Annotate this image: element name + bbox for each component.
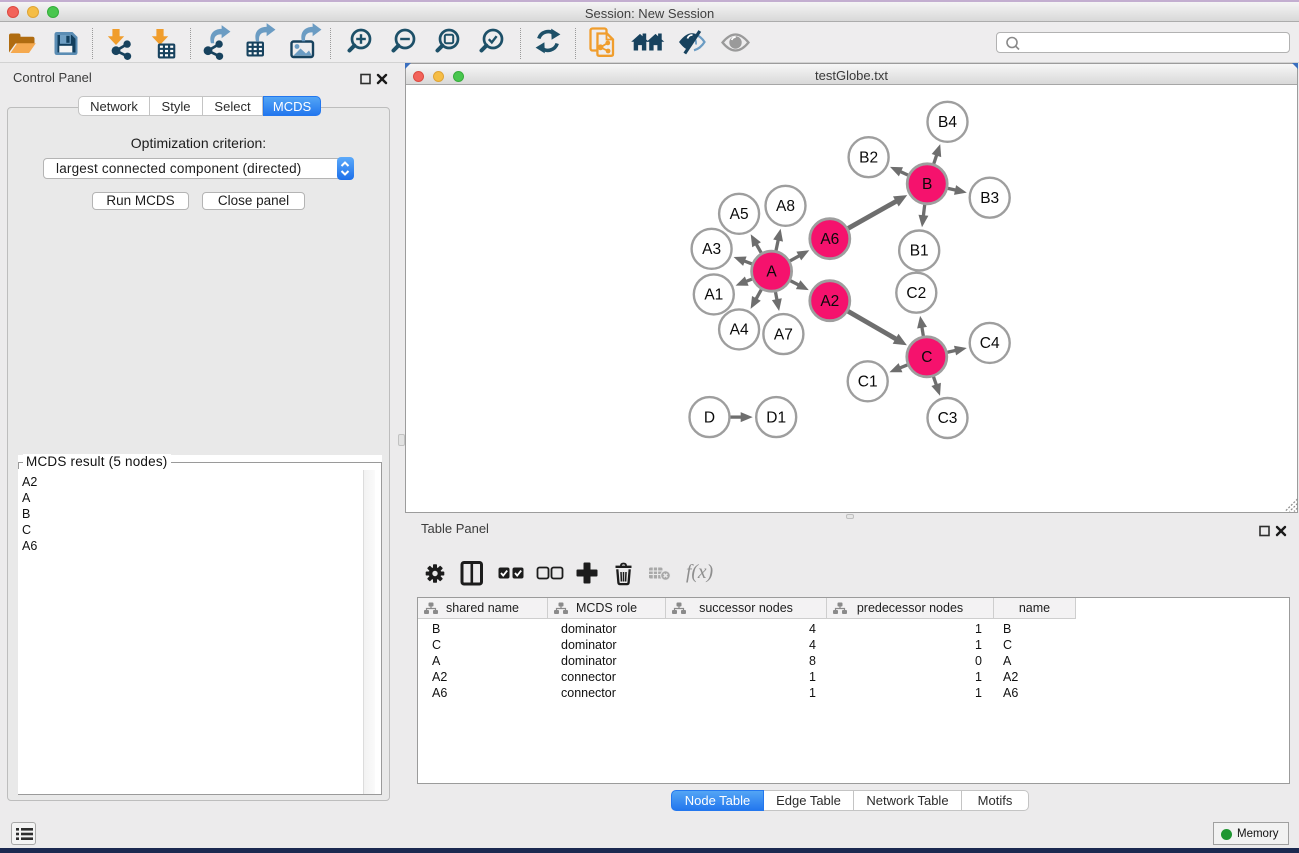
svg-text:A6: A6: [820, 231, 839, 248]
svg-text:C1: C1: [858, 374, 878, 391]
svg-text:B3: B3: [980, 190, 999, 207]
svg-text:A8: A8: [776, 198, 795, 215]
svg-text:B: B: [922, 176, 932, 193]
svg-text:A1: A1: [704, 287, 723, 304]
svg-text:A4: A4: [730, 322, 749, 339]
svg-text:A5: A5: [730, 206, 749, 223]
svg-text:A7: A7: [774, 326, 793, 343]
svg-text:A2: A2: [820, 293, 839, 310]
svg-text:D1: D1: [766, 409, 786, 426]
svg-text:B4: B4: [938, 114, 957, 131]
svg-text:B1: B1: [910, 243, 929, 260]
svg-text:A3: A3: [702, 241, 721, 258]
svg-text:B2: B2: [859, 149, 878, 166]
svg-text:C: C: [921, 349, 932, 366]
svg-text:C2: C2: [906, 285, 926, 302]
svg-text:C4: C4: [980, 335, 1000, 352]
svg-text:C3: C3: [938, 410, 958, 427]
svg-text:A: A: [766, 263, 777, 280]
svg-text:D: D: [704, 409, 715, 426]
